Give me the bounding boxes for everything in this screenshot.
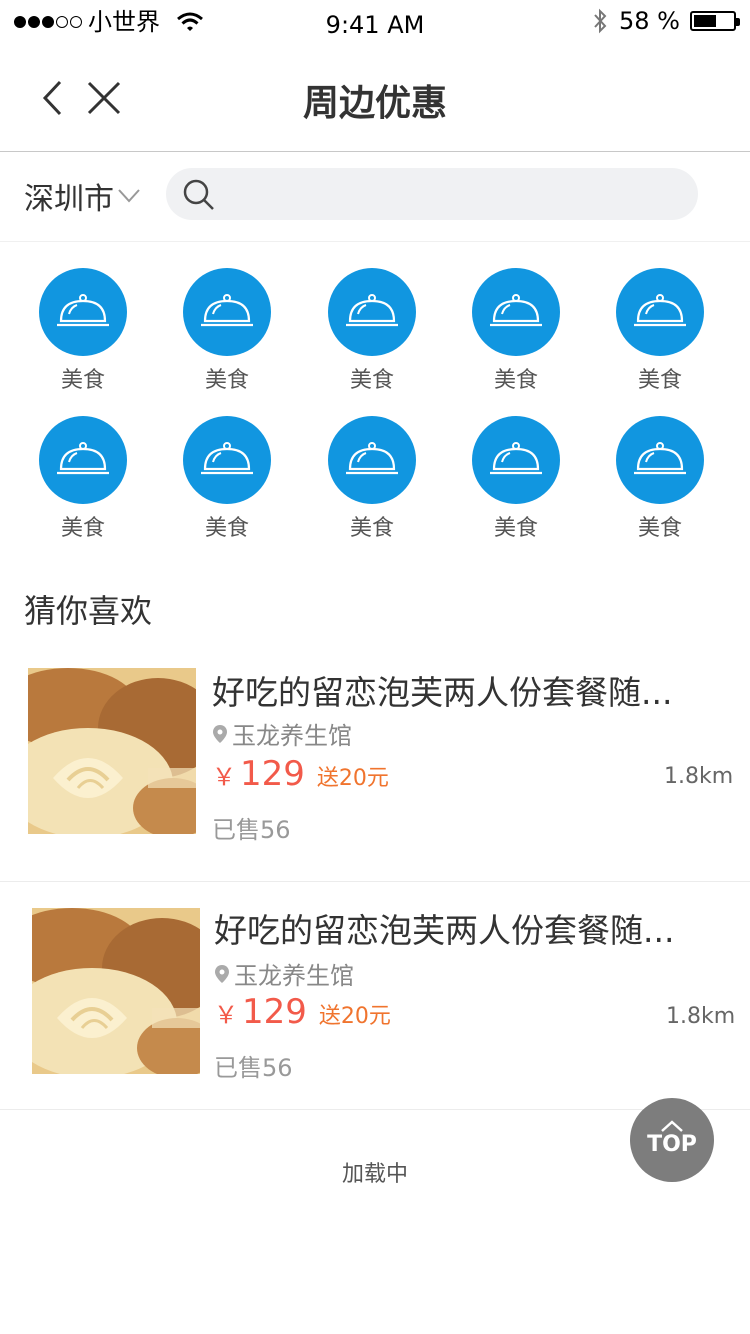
- currency-symbol: ￥: [212, 763, 236, 791]
- deal-distance: 1.8km: [664, 764, 734, 789]
- category-label: 美食: [493, 368, 538, 393]
- category-icon-circle: [39, 268, 127, 356]
- category-label: 美食: [60, 516, 105, 541]
- deal-gift: 送20元: [316, 766, 389, 791]
- category-icon-circle: [328, 416, 416, 504]
- currency-symbol: ￥: [214, 1001, 238, 1029]
- deal-price-row: ￥ 129 送20元: [214, 992, 391, 1032]
- category-item[interactable]: 美食: [172, 268, 282, 394]
- deal-title: 好吃的留恋泡芙两人份套餐随...: [214, 911, 675, 950]
- category-item[interactable]: 美食: [461, 268, 571, 394]
- category-label: 美食: [637, 516, 682, 541]
- chevron-up-icon: [661, 1120, 683, 1132]
- category-label: 美食: [349, 516, 394, 541]
- category-icon-circle: [472, 268, 560, 356]
- status-bar: 小世界 9:41 AM 58 %: [0, 0, 750, 48]
- food-cloche-icon: [346, 442, 398, 475]
- food-cloche-icon: [490, 442, 542, 475]
- battery-group: 58 %: [591, 7, 740, 35]
- category-icon-circle: [183, 268, 271, 356]
- deal-card[interactable]: 好吃的留恋泡芙两人份套餐随... 玉龙养生馆 ￥ 129 送20元 1.8km …: [0, 646, 750, 882]
- search-input[interactable]: [226, 168, 686, 220]
- category-item[interactable]: 美食: [317, 268, 427, 394]
- deal-title: 好吃的留恋泡芙两人份套餐随...: [212, 673, 673, 712]
- deal-location-text: 玉龙养生馆: [232, 722, 352, 750]
- bluetooth-icon: [594, 8, 607, 34]
- category-icon-circle: [183, 416, 271, 504]
- battery-icon: [690, 11, 740, 31]
- food-cloche-icon: [634, 442, 686, 475]
- deal-sold-count: 已售56: [212, 816, 291, 844]
- category-grid: 美食 美食 美食 美食 美食 美食 美食 美食 美食 美食: [0, 248, 750, 548]
- category-label: 美食: [349, 368, 394, 393]
- scroll-to-top-button[interactable]: TOP: [630, 1098, 714, 1182]
- city-selector[interactable]: 深圳市: [24, 174, 140, 218]
- page-title: 周边优惠: [302, 83, 447, 124]
- category-item[interactable]: 美食: [28, 268, 138, 394]
- location-pin-icon: [215, 964, 229, 983]
- battery-level: [694, 15, 716, 27]
- category-icon-circle: [328, 268, 416, 356]
- food-cloche-icon: [634, 294, 686, 327]
- category-label: 美食: [60, 368, 105, 393]
- deal-location-text: 玉龙养生馆: [234, 962, 354, 990]
- deal-location: 玉龙养生馆: [214, 956, 354, 991]
- category-icon-circle: [616, 268, 704, 356]
- deal-price: 129: [240, 754, 305, 794]
- category-icon-circle: [472, 416, 560, 504]
- category-icon-circle: [616, 416, 704, 504]
- search-box[interactable]: [166, 168, 698, 220]
- top-button-label: TOP: [647, 1132, 697, 1157]
- deal-location: 玉龙养生馆: [212, 716, 352, 751]
- food-cloche-icon: [346, 294, 398, 327]
- nav-bar: 周边优惠: [0, 48, 750, 152]
- category-label: 美食: [637, 368, 682, 393]
- food-cloche-icon: [490, 294, 542, 327]
- battery-percent: 58 %: [619, 7, 680, 35]
- location-pin-icon: [213, 724, 227, 743]
- deal-distance: 1.8km: [666, 1004, 736, 1029]
- category-item[interactable]: 美食: [317, 416, 427, 542]
- deal-image: [32, 908, 200, 1074]
- cream-puff-image: [32, 908, 200, 1074]
- food-cloche-icon: [57, 294, 109, 327]
- cream-puff-image: [28, 668, 196, 834]
- category-item[interactable]: 美食: [605, 416, 715, 542]
- food-cloche-icon: [201, 294, 253, 327]
- food-cloche-icon: [201, 442, 253, 475]
- category-label: 美食: [204, 368, 249, 393]
- category-label: 美食: [204, 516, 249, 541]
- category-item[interactable]: 美食: [461, 416, 571, 542]
- category-icon-circle: [39, 416, 127, 504]
- deal-sold-count: 已售56: [214, 1054, 293, 1082]
- chevron-down-icon: [118, 189, 140, 203]
- category-item[interactable]: 美食: [28, 416, 138, 542]
- category-item[interactable]: 美食: [172, 416, 282, 542]
- section-title: 猜你喜欢: [24, 592, 153, 630]
- deal-price: 129: [242, 992, 307, 1032]
- deal-image: [28, 668, 196, 834]
- deal-price-row: ￥ 129 送20元: [212, 754, 389, 794]
- search-row: 深圳市: [0, 152, 750, 242]
- deal-gift: 送20元: [318, 1004, 391, 1029]
- deal-card[interactable]: 好吃的留恋泡芙两人份套餐随... 玉龙养生馆 ￥ 129 送20元 1.8km …: [0, 882, 750, 1110]
- battery-tip: [736, 18, 740, 26]
- category-item[interactable]: 美食: [605, 268, 715, 394]
- food-cloche-icon: [57, 442, 109, 475]
- city-label: 深圳市: [24, 182, 114, 217]
- category-label: 美食: [493, 516, 538, 541]
- search-icon: [183, 179, 214, 210]
